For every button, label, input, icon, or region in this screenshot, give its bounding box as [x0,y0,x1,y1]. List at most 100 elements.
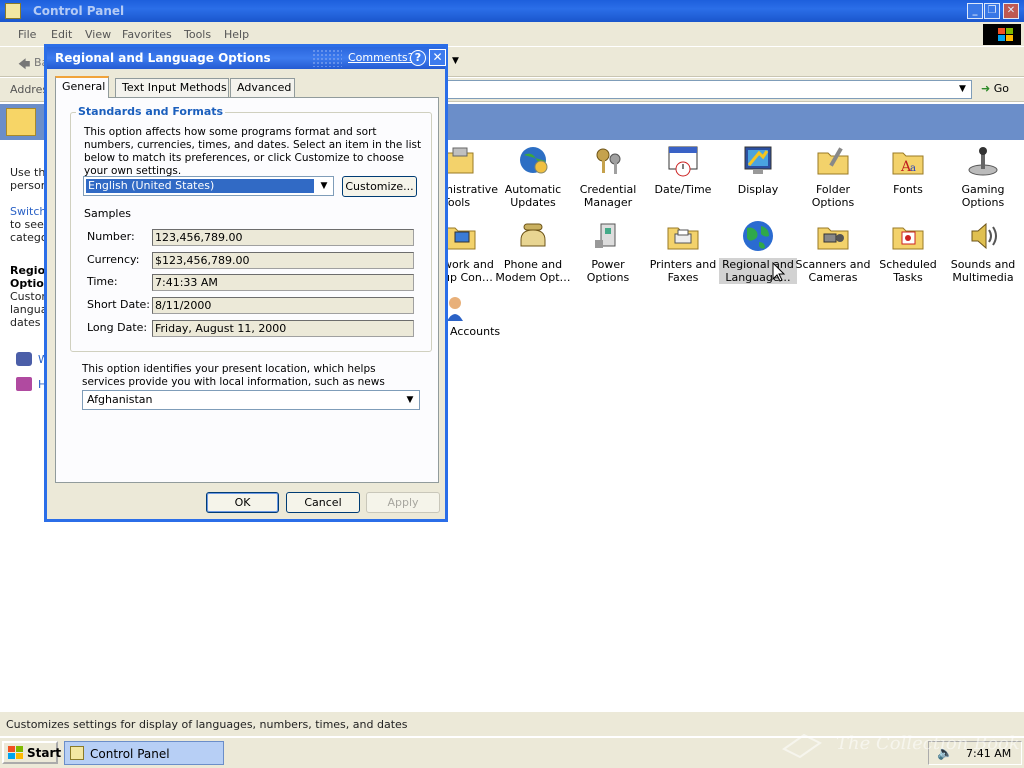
icon-credential-manager[interactable]: Credential Manager [569,145,647,209]
icon-label: Folder Options [811,183,855,209]
icon-date-time[interactable]: Date/Time [644,145,722,196]
address-label: Addres [10,83,49,96]
ok-button[interactable]: OK [206,492,279,513]
icon-scheduled-tasks[interactable]: Scheduled Tasks [869,220,947,284]
switch-view-link[interactable]: Switch [10,205,46,218]
icon-administrative-tools[interactable]: inistrative Tools [441,145,501,209]
customize-button[interactable]: Customize... [342,176,417,197]
long-date-sample: Friday, August 11, 2000 [152,320,414,337]
details-desc-3: dates [10,316,41,329]
menu-help[interactable]: Help [224,28,249,41]
icon-label: work and up Con… [443,258,494,284]
comments-link[interactable]: Comments? [348,51,413,64]
network-icon [444,220,479,252]
icon-power-options[interactable]: Power Options [569,220,647,284]
windows-update-icon [16,352,32,366]
location-select[interactable]: Afghanistan ▼ [82,390,420,410]
currency-sample: $123,456,789.00 [152,252,414,269]
minimize-button[interactable]: _ [967,3,983,19]
details-desc-2: langua [10,303,48,316]
switch-line-2: to see [10,218,44,231]
menu-file[interactable]: File [18,28,36,41]
icon-network-connections[interactable]: work and up Con… [441,220,501,284]
icon-label: Printers and Faxes [649,258,717,284]
close-window-button[interactable]: ✕ [1003,3,1019,19]
control-panel-task-icon [70,746,84,760]
icon-label: inistrative Tools [443,183,499,209]
icon-label: Sounds and Multimedia [950,258,1016,284]
icon-gaming-options[interactable]: Gaming Options [944,145,1022,209]
icon-scanners-cameras[interactable]: Scanners and Cameras [794,220,872,284]
icon-fonts[interactable]: Aa Fonts [869,145,947,196]
go-label: Go [993,82,1009,95]
chevron-down-icon[interactable]: ▼ [402,392,418,408]
address-dropdown-icon[interactable]: ▼ [955,82,970,97]
watermark: The Collection Book [780,725,1020,765]
status-text: Customizes settings for display of langu… [6,718,408,731]
icon-user-accounts[interactable]: Accounts [441,295,501,338]
users-icon [445,295,479,321]
menu-favorites[interactable]: Favorites [122,28,172,41]
icon-automatic-updates[interactable]: Automatic Updates [494,145,572,209]
printer-icon [666,220,700,252]
group-title: Standards and Formats [76,105,226,118]
calendar-clock-icon [666,145,700,177]
help-button[interactable]: ? [410,50,426,66]
control-panel-banner-icon [6,108,36,136]
cancel-button[interactable]: Cancel [286,492,360,513]
menu-tools[interactable]: Tools [184,28,211,41]
currency-label: Currency: [87,253,140,266]
icon-label: Phone and Modem Opt… [495,258,571,284]
tab-advanced[interactable]: Advanced [230,78,295,97]
fonts-folder-icon: Aa [891,145,925,177]
scheduled-folder-icon [891,220,925,252]
locale-select[interactable]: English (United States) ▼ [83,176,334,196]
watermark-text: The Collection Book [836,733,1020,754]
icon-display[interactable]: Display [719,145,797,196]
number-label: Number: [87,230,135,243]
tab-general[interactable]: General [55,76,109,98]
go-button[interactable]: ➜ Go [981,82,1009,95]
svg-text:a: a [910,163,916,174]
dialog-close-button[interactable]: ✕ [429,49,446,66]
start-button[interactable]: Start [2,741,61,764]
globe-icon [741,220,775,252]
icon-folder-options[interactable]: Folder Options [794,145,872,209]
standards-formats-group: Standards and Formats This option affect… [70,105,432,352]
dialog-titlebar[interactable]: Regional and Language Options Comments? … [47,47,446,69]
restore-button[interactable]: ❐ [984,3,1000,19]
switch-line-3: catego [10,231,48,244]
back-arrow-icon[interactable]: 🡄 [18,55,30,76]
icon-label: Date/Time [654,183,712,196]
icon-label: Power Options [586,258,630,284]
icon-phone-modem[interactable]: Phone and Modem Opt… [494,220,572,284]
icon-label: Scanners and Cameras [795,258,871,284]
views-dropdown-icon[interactable]: ▼ [452,56,459,66]
speaker-icon [966,220,1000,252]
joystick-icon [966,145,1000,177]
number-sample: 123,456,789.00 [152,229,414,246]
dialog-title: Regional and Language Options [55,51,271,65]
location-value: Afghanistan [87,393,153,406]
icon-label: Gaming Options [961,183,1005,209]
monitor-icon [741,145,775,177]
control-panel-titlebar[interactable]: Control Panel _ ❐ ✕ [0,0,1024,22]
icon-printers-faxes[interactable]: Printers and Faxes [644,220,722,284]
chevron-down-icon[interactable]: ▼ [316,178,332,194]
menu-edit[interactable]: Edit [51,28,72,41]
go-arrow-icon: ➜ [981,82,991,95]
address-field[interactable]: ▼ [446,80,972,99]
menu-view[interactable]: View [85,28,111,41]
apply-button[interactable]: Apply [366,492,440,513]
long-date-label: Long Date: [87,321,148,334]
icon-label: Display [737,183,779,196]
tab-text-input-methods[interactable]: Text Input Methods [115,78,229,97]
scanner-icon [816,220,850,252]
control-panel-icon [5,3,21,19]
icon-sounds-multimedia[interactable]: Sounds and Multimedia [944,220,1022,284]
time-sample: 7:41:33 AM [152,274,414,291]
window-title: Control Panel [33,4,125,18]
short-date-label: Short Date: [87,298,151,311]
intro-line-2: person [10,179,48,192]
taskbar-control-panel-button[interactable]: Control Panel [64,741,224,765]
